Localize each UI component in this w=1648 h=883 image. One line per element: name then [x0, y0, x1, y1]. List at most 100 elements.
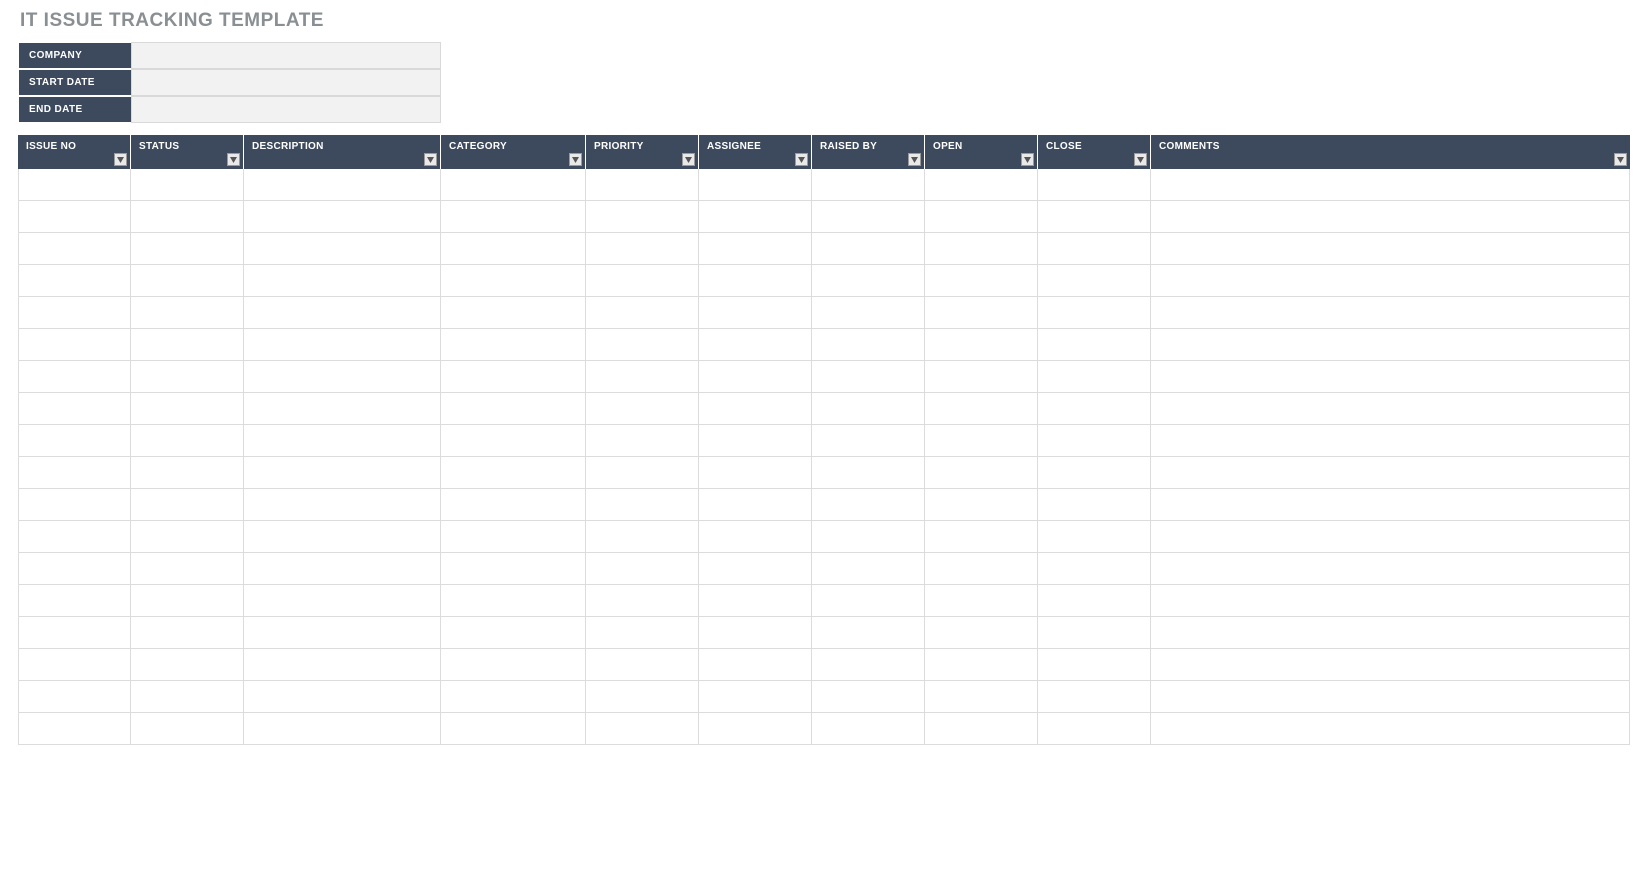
cell-open[interactable] [925, 681, 1038, 713]
cell-priority[interactable] [586, 681, 699, 713]
cell-close[interactable] [1038, 425, 1151, 457]
cell-assignee[interactable] [699, 489, 812, 521]
cell-open[interactable] [925, 297, 1038, 329]
cell-comments[interactable] [1151, 681, 1630, 713]
column-header-issue_no[interactable]: ISSUE NO [18, 135, 131, 169]
filter-dropdown-icon[interactable] [682, 153, 695, 166]
cell-comments[interactable] [1151, 713, 1630, 745]
cell-assignee[interactable] [699, 169, 812, 201]
cell-description[interactable] [244, 201, 441, 233]
cell-raised_by[interactable] [812, 489, 925, 521]
cell-close[interactable] [1038, 489, 1151, 521]
meta-value-end-date[interactable] [131, 96, 441, 123]
column-header-description[interactable]: DESCRIPTION [244, 135, 441, 169]
column-header-category[interactable]: CATEGORY [441, 135, 586, 169]
cell-comments[interactable] [1151, 425, 1630, 457]
cell-description[interactable] [244, 425, 441, 457]
cell-open[interactable] [925, 457, 1038, 489]
cell-status[interactable] [131, 553, 244, 585]
cell-open[interactable] [925, 329, 1038, 361]
cell-open[interactable] [925, 649, 1038, 681]
cell-issue_no[interactable] [18, 393, 131, 425]
column-header-priority[interactable]: PRIORITY [586, 135, 699, 169]
cell-comments[interactable] [1151, 265, 1630, 297]
cell-category[interactable] [441, 617, 586, 649]
cell-category[interactable] [441, 457, 586, 489]
cell-description[interactable] [244, 489, 441, 521]
cell-assignee[interactable] [699, 713, 812, 745]
cell-status[interactable] [131, 457, 244, 489]
cell-issue_no[interactable] [18, 265, 131, 297]
cell-issue_no[interactable] [18, 649, 131, 681]
cell-description[interactable] [244, 393, 441, 425]
cell-assignee[interactable] [699, 393, 812, 425]
cell-status[interactable] [131, 361, 244, 393]
cell-comments[interactable] [1151, 585, 1630, 617]
cell-close[interactable] [1038, 361, 1151, 393]
cell-priority[interactable] [586, 361, 699, 393]
cell-category[interactable] [441, 521, 586, 553]
cell-raised_by[interactable] [812, 713, 925, 745]
cell-close[interactable] [1038, 297, 1151, 329]
cell-open[interactable] [925, 425, 1038, 457]
cell-status[interactable] [131, 681, 244, 713]
cell-open[interactable] [925, 521, 1038, 553]
cell-comments[interactable] [1151, 617, 1630, 649]
cell-comments[interactable] [1151, 553, 1630, 585]
filter-dropdown-icon[interactable] [424, 153, 437, 166]
cell-category[interactable] [441, 713, 586, 745]
cell-raised_by[interactable] [812, 553, 925, 585]
column-header-status[interactable]: STATUS [131, 135, 244, 169]
cell-assignee[interactable] [699, 681, 812, 713]
cell-priority[interactable] [586, 425, 699, 457]
cell-description[interactable] [244, 297, 441, 329]
cell-issue_no[interactable] [18, 681, 131, 713]
cell-raised_by[interactable] [812, 681, 925, 713]
cell-issue_no[interactable] [18, 617, 131, 649]
cell-issue_no[interactable] [18, 489, 131, 521]
cell-raised_by[interactable] [812, 521, 925, 553]
cell-priority[interactable] [586, 649, 699, 681]
cell-description[interactable] [244, 553, 441, 585]
cell-close[interactable] [1038, 169, 1151, 201]
cell-assignee[interactable] [699, 521, 812, 553]
column-header-comments[interactable]: COMMENTS [1151, 135, 1630, 169]
cell-close[interactable] [1038, 233, 1151, 265]
cell-category[interactable] [441, 201, 586, 233]
cell-assignee[interactable] [699, 265, 812, 297]
cell-assignee[interactable] [699, 329, 812, 361]
cell-priority[interactable] [586, 713, 699, 745]
cell-priority[interactable] [586, 457, 699, 489]
cell-status[interactable] [131, 393, 244, 425]
meta-value-start-date[interactable] [131, 69, 441, 96]
cell-description[interactable] [244, 681, 441, 713]
column-header-close[interactable]: CLOSE [1038, 135, 1151, 169]
cell-category[interactable] [441, 553, 586, 585]
cell-raised_by[interactable] [812, 649, 925, 681]
cell-priority[interactable] [586, 201, 699, 233]
cell-issue_no[interactable] [18, 585, 131, 617]
cell-open[interactable] [925, 393, 1038, 425]
cell-status[interactable] [131, 265, 244, 297]
cell-open[interactable] [925, 233, 1038, 265]
column-header-open[interactable]: OPEN [925, 135, 1038, 169]
cell-raised_by[interactable] [812, 457, 925, 489]
cell-comments[interactable] [1151, 393, 1630, 425]
cell-issue_no[interactable] [18, 169, 131, 201]
cell-status[interactable] [131, 585, 244, 617]
column-header-raised_by[interactable]: RAISED BY [812, 135, 925, 169]
cell-priority[interactable] [586, 489, 699, 521]
cell-description[interactable] [244, 329, 441, 361]
cell-description[interactable] [244, 265, 441, 297]
cell-comments[interactable] [1151, 457, 1630, 489]
cell-priority[interactable] [586, 617, 699, 649]
cell-priority[interactable] [586, 329, 699, 361]
cell-close[interactable] [1038, 649, 1151, 681]
cell-status[interactable] [131, 329, 244, 361]
cell-description[interactable] [244, 617, 441, 649]
cell-comments[interactable] [1151, 233, 1630, 265]
cell-status[interactable] [131, 489, 244, 521]
cell-close[interactable] [1038, 553, 1151, 585]
cell-description[interactable] [244, 649, 441, 681]
filter-dropdown-icon[interactable] [1021, 153, 1034, 166]
